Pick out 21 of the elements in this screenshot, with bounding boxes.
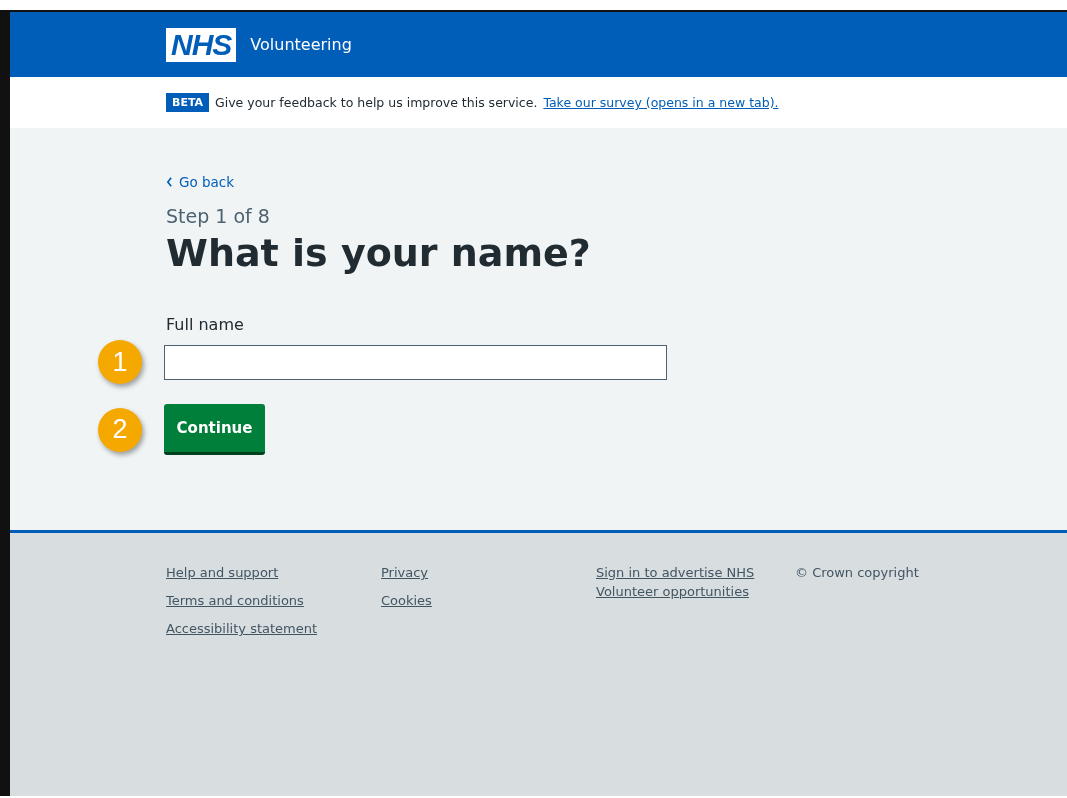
callout-marker: 1	[98, 340, 142, 384]
continue-button[interactable]: Continue	[164, 404, 265, 455]
chevron-left-icon	[166, 177, 173, 187]
footer-link[interactable]: Privacy	[381, 563, 546, 582]
footer-link[interactable]: Sign in to advertise NHS Volunteer opportunities	[596, 563, 761, 601]
back-link[interactable]: Go back	[166, 174, 235, 190]
feedback-text: Give your feedback to help us improve this service.	[215, 95, 538, 110]
nhs-logo[interactable]: NHS	[166, 27, 237, 62]
beta-tag: BETA	[166, 93, 210, 112]
copyright-text: © Crown copyright	[795, 564, 919, 582]
field-label: Full name	[166, 315, 245, 334]
step-caption: Step 1 of 8	[166, 205, 271, 227]
page-heading: What is your name?	[166, 231, 592, 275]
footer-link[interactable]: Accessibility statement	[166, 619, 331, 638]
footer-link[interactable]: Terms and conditions	[166, 591, 331, 610]
footer-link[interactable]: Cookies	[381, 591, 546, 610]
footer-link[interactable]: Help and support	[166, 563, 331, 582]
full-name-field[interactable]	[164, 344, 667, 380]
callout-marker: 2	[98, 407, 142, 452]
service-name: Volunteering	[250, 35, 352, 54]
survey-link[interactable]: Take our survey (opens in a new tab).	[543, 95, 779, 110]
